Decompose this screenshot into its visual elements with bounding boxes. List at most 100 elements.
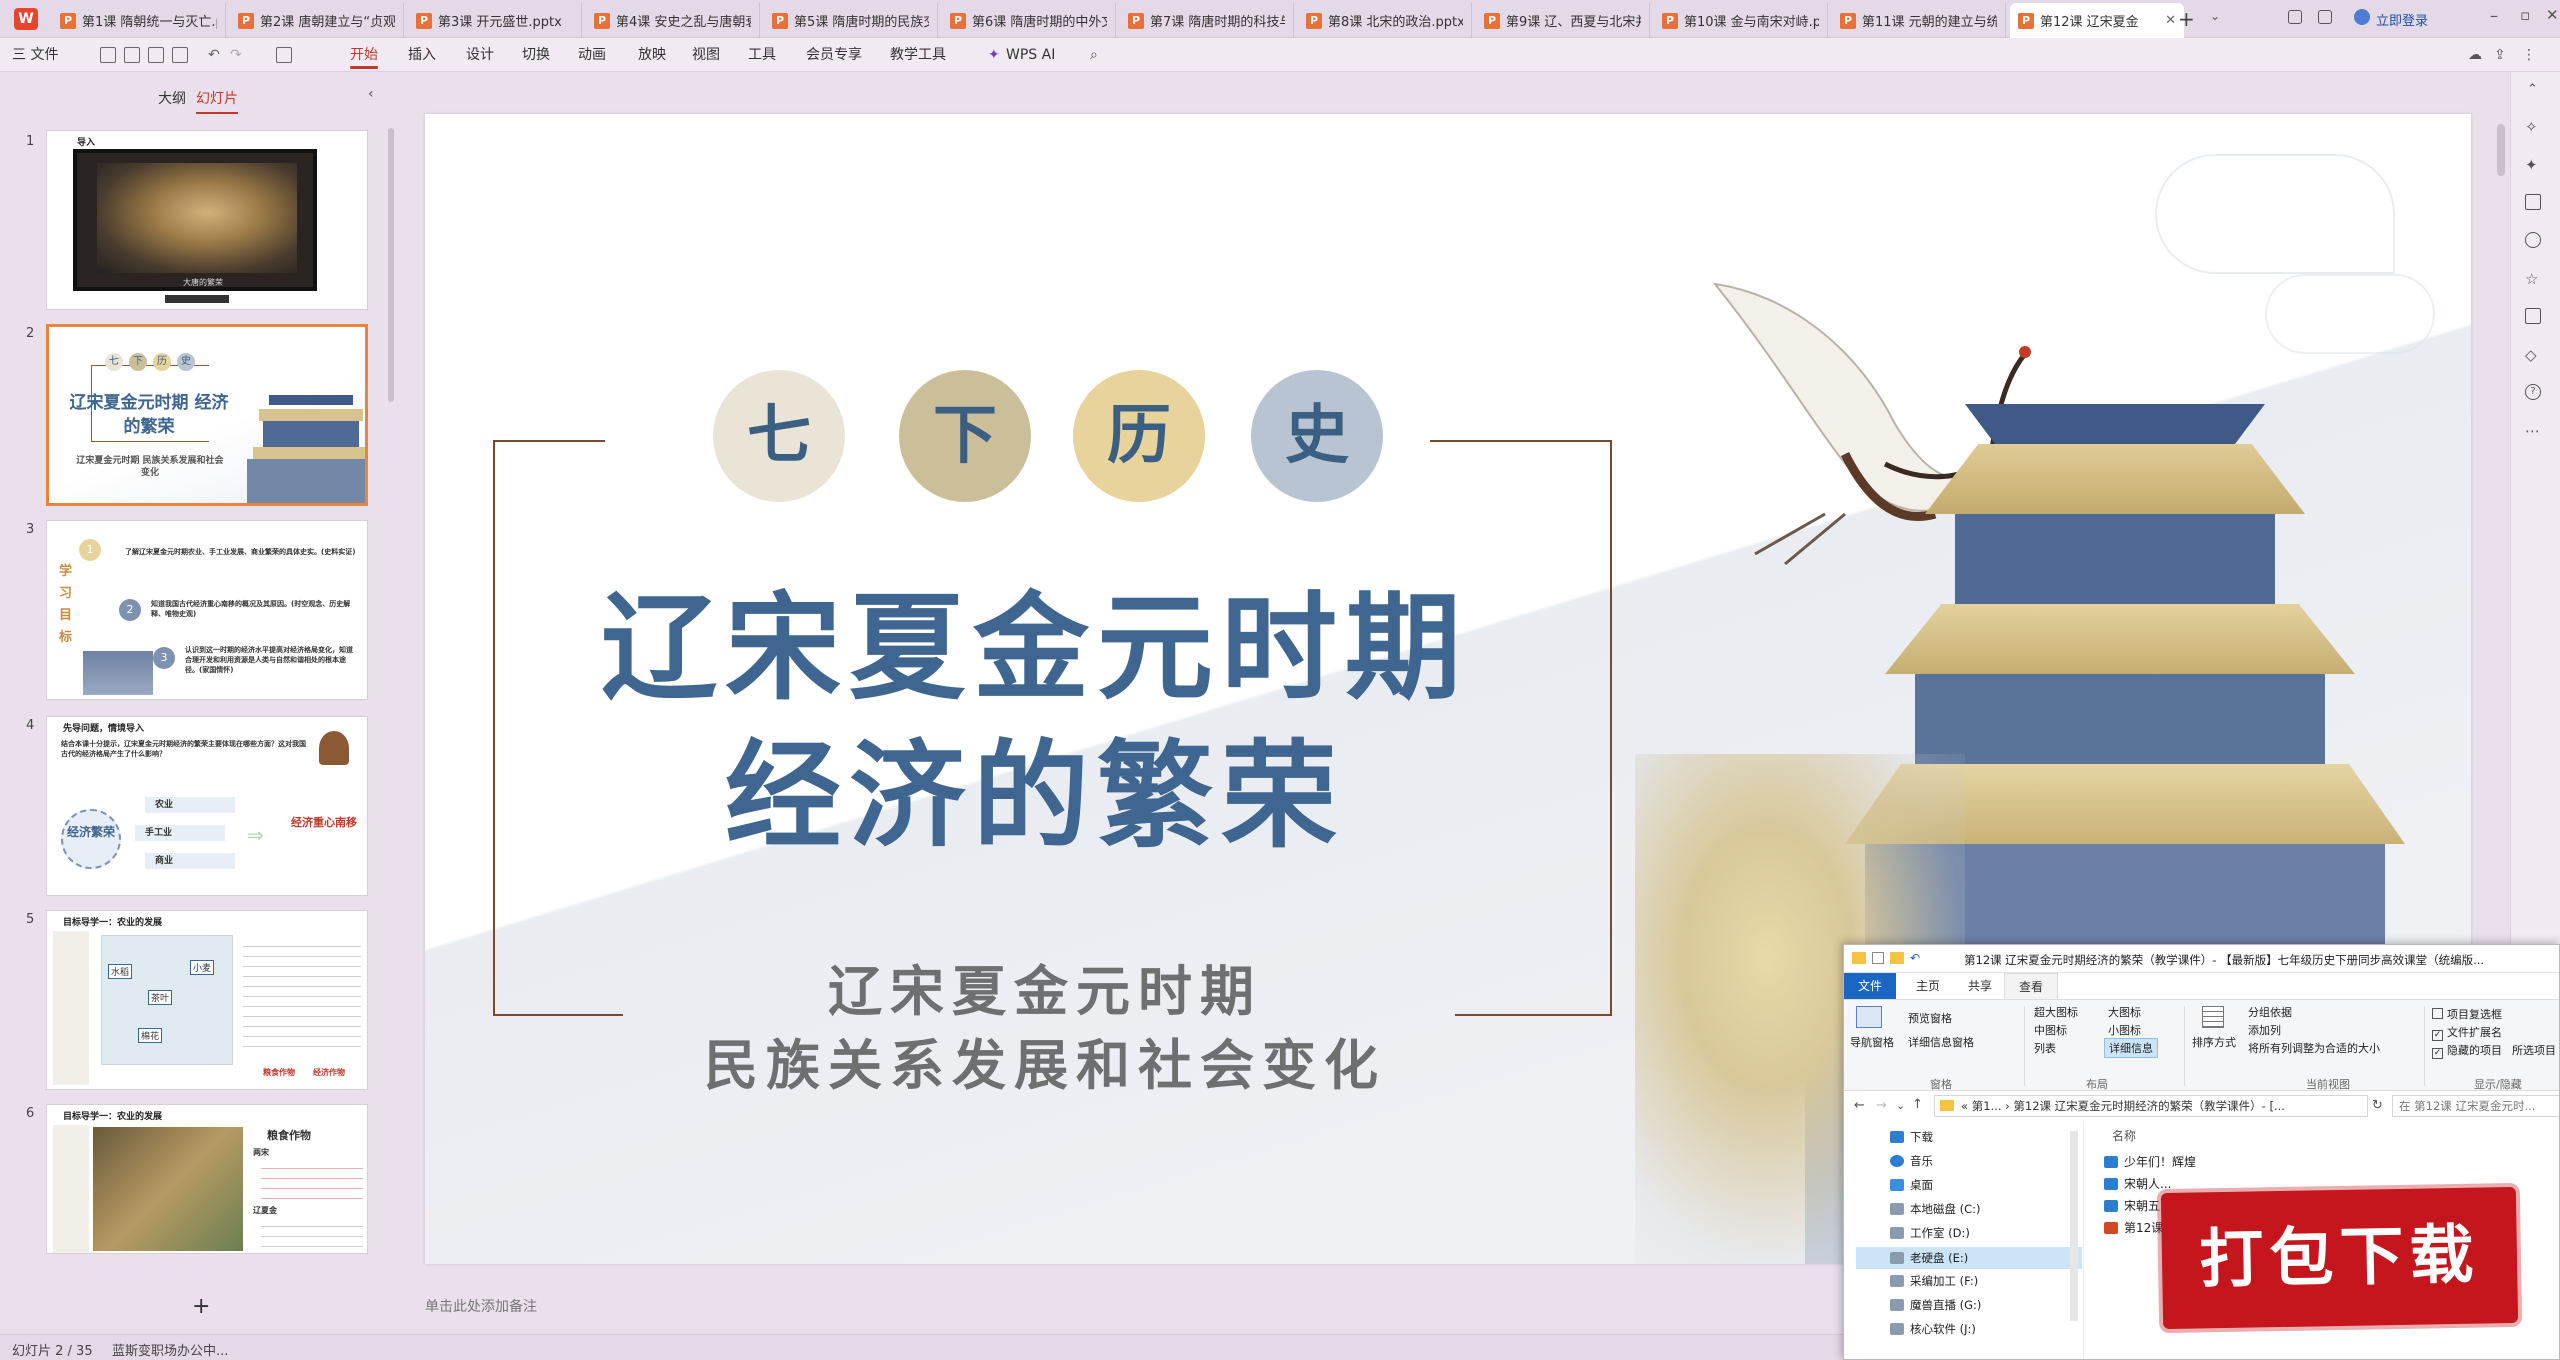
file-menu[interactable]: 三 文件 <box>12 38 58 72</box>
tab-document[interactable]: P 第6课 隋唐时期的中外文 <box>942 3 1116 38</box>
file-item[interactable]: 宋朝人... <box>2104 1175 2171 1192</box>
avatar[interactable] <box>2354 9 2370 25</box>
maximize-icon[interactable]: ▫ <box>2520 6 2530 24</box>
office-mode-status[interactable]: 蓝斯变职场办公中... <box>112 1340 228 1359</box>
format-painter-icon[interactable] <box>276 47 292 63</box>
explorer-tab-file[interactable]: 文件 <box>1844 973 1897 999</box>
close-tab-icon[interactable]: ✕ <box>2165 13 2176 28</box>
nav-item-drive-f[interactable]: 采编加工 (F:) <box>1890 1273 1978 1289</box>
slide-thumbnail-1[interactable]: 导入 大唐的繁荣 <box>46 130 368 310</box>
add-slide-button[interactable]: + <box>192 1294 210 1319</box>
minimize-icon[interactable]: – <box>2490 6 2498 25</box>
more-icon[interactable]: ⋮ <box>2522 38 2536 72</box>
slide-subtitle[interactable]: 辽宋夏金元时期 民族关系发展和社会变化 <box>615 954 1475 1102</box>
up-icon[interactable]: ↑ <box>1912 1097 1923 1112</box>
layout-details[interactable]: 详细信息 <box>2104 1038 2158 1058</box>
explorer-tab-view[interactable]: 查看 <box>2004 973 2059 999</box>
copy-icon[interactable] <box>2525 194 2541 210</box>
nav-item-drive-d[interactable]: 工作室 (D:) <box>1890 1225 1970 1241</box>
animation-icon[interactable]: ☆ <box>2525 270 2538 288</box>
nav-item-music[interactable]: 音乐 <box>1890 1153 1933 1169</box>
nav-scrollbar[interactable] <box>2070 1131 2078 1321</box>
nav-item-drive-j[interactable]: 核心软件 (J:) <box>1890 1321 1976 1337</box>
tab-document[interactable]: P 第5课 隋唐时期的民族交 <box>764 3 938 38</box>
selected-items-button[interactable]: 所选项目 <box>2512 1042 2556 1058</box>
recent-chevron-icon[interactable]: ⌄ <box>1896 1099 1905 1112</box>
new-tab-button[interactable]: + <box>2178 7 2195 31</box>
file-item[interactable]: 第12课 <box>2104 1219 2163 1236</box>
slide-thumbnail-4[interactable]: 先导问题，情境导入 结合本课十分提示，辽宋夏金元时期经济的繁荣主要体现在哪些方面… <box>46 716 368 896</box>
shape-icon[interactable]: ◇ <box>2525 346 2537 364</box>
wps-ai-icon[interactable]: ✦ <box>988 38 1000 72</box>
tab-document[interactable]: P 第9课 辽、西夏与北宋并 <box>1476 3 1650 38</box>
ribbon-tab[interactable]: 动画 <box>578 38 606 72</box>
thumbnail-scrollbar[interactable] <box>388 128 394 402</box>
more-tools-icon[interactable]: ⋯ <box>2525 422 2540 440</box>
explorer-tab-home[interactable]: 主页 <box>1902 973 1954 999</box>
address-bar[interactable]: « 第1... › 第12课 辽宋夏金元时期经济的繁荣（教学课件）- [... <box>1934 1095 2368 1117</box>
ribbon-tab[interactable]: 开始 <box>350 38 378 72</box>
item-checkboxes-toggle[interactable]: 项目复选框 <box>2432 1006 2502 1022</box>
ribbon-tab[interactable]: 会员专享 <box>806 38 862 72</box>
tab-document[interactable]: P 第4课 安史之乱与唐朝衰 <box>586 3 760 38</box>
nav-item-drive-g[interactable]: 魔兽直播 (G:) <box>1890 1297 1981 1313</box>
wps-logo-icon[interactable]: W <box>14 8 38 30</box>
help-icon[interactable]: ? <box>2525 384 2541 400</box>
slide-thumbnail-2[interactable]: 七 下 历 史 辽宋夏金元时期 经济的繁荣 辽宋夏金元时期 民族关系发展和社会变… <box>46 324 368 506</box>
ribbon-tab[interactable]: 视图 <box>692 38 720 72</box>
download-package-stamp[interactable]: 打包下载 <box>2160 1186 2519 1330</box>
tab-slides[interactable]: 幻灯片 <box>196 88 238 114</box>
preview-icon[interactable] <box>172 47 188 63</box>
notes-placeholder[interactable]: 单击此处添加备注 <box>425 1296 537 1316</box>
nav-pane-icon[interactable] <box>1856 1006 1882 1028</box>
share-icon[interactable]: ⇪ <box>2494 38 2506 72</box>
tab-document[interactable]: P 第11课 元朝的建立与统一 <box>1832 3 2006 38</box>
hidden-items-toggle[interactable]: ✓ 隐藏的项目 <box>2432 1042 2502 1059</box>
details-pane-button[interactable]: 详细信息窗格 <box>1908 1034 1974 1050</box>
group-by-button[interactable]: 分组依据 <box>2248 1004 2292 1020</box>
ribbon-tab[interactable]: 切换 <box>522 38 550 72</box>
nav-item-drive-c[interactable]: 本地磁盘 (C:) <box>1890 1201 1981 1217</box>
wps-ai-button[interactable]: WPS AI <box>1006 38 1055 72</box>
tab-document[interactable]: P 第10课 金与南宋对峙.pp <box>1654 3 1828 38</box>
cloud-sync-icon[interactable]: ☁ <box>2468 38 2482 72</box>
layout-large-icons[interactable]: 大图标 <box>2108 1004 2141 1020</box>
slide-thumbnail-6[interactable]: 目标导学一：农业的发展 粮食作物 两宋 辽夏金 <box>46 1104 368 1254</box>
export-icon[interactable] <box>124 47 140 63</box>
layout-list[interactable]: 列表 <box>2034 1040 2056 1056</box>
preview-pane-button[interactable]: 预览窗格 <box>1908 1010 1952 1026</box>
layout-small-icons[interactable]: 小图标 <box>2108 1022 2141 1038</box>
redo-icon[interactable]: ↷ <box>230 38 242 72</box>
print-icon[interactable] <box>148 47 164 63</box>
back-icon[interactable]: ← <box>1854 1098 1865 1113</box>
ribbon-tab[interactable]: 教学工具 <box>890 38 946 72</box>
window-layout-icon[interactable] <box>2288 10 2302 24</box>
skin-icon[interactable] <box>2318 10 2332 24</box>
undo-icon[interactable]: ↶ <box>1910 951 1920 965</box>
layout-medium-icons[interactable]: 中图标 <box>2034 1022 2067 1038</box>
tab-list-chevron-icon[interactable]: ⌄ <box>2210 9 2220 23</box>
ribbon-tab[interactable]: 设计 <box>466 38 494 72</box>
nav-item-drive-e[interactable]: 老硬盘 (E:) <box>1856 1247 2082 1269</box>
add-column-button[interactable]: 添加列 <box>2248 1022 2281 1038</box>
tab-document[interactable]: P 第2课 唐朝建立与“贞观 <box>230 3 404 38</box>
save-icon[interactable] <box>100 47 116 63</box>
wand-icon[interactable]: ✦ <box>2525 156 2538 174</box>
tab-outline[interactable]: 大纲 <box>158 88 186 108</box>
column-header-name[interactable]: 名称 <box>2112 1127 2136 1144</box>
layout-icon[interactable] <box>2525 308 2541 324</box>
layout-xl-icons[interactable]: 超大图标 <box>2034 1004 2078 1020</box>
slide-thumbnail-3[interactable]: 学习目标 1 了解辽宋夏金元时期农业、手工业发展、商业繁荣的具体史实。(史料实证… <box>46 520 368 700</box>
tab-document[interactable]: P 第1课 隋朝统一与灭亡.pp <box>52 3 226 38</box>
new-folder-icon[interactable] <box>1890 952 1904 964</box>
magic-icon[interactable]: ✧ <box>2525 118 2538 136</box>
ribbon-tab[interactable]: 工具 <box>748 38 776 72</box>
expand-icon[interactable]: ⌃ <box>2527 82 2538 97</box>
ribbon-tab[interactable]: 放映 <box>638 38 666 72</box>
file-item[interactable]: 少年们！辉煌 <box>2104 1153 2196 1170</box>
login-link[interactable]: 立即登录 <box>2376 10 2428 29</box>
slide-title[interactable]: 辽宋夏金元时期 经济的繁荣 <box>535 574 1535 870</box>
nav-item-downloads[interactable]: 下载 <box>1890 1129 1933 1145</box>
canvas-scrollbar[interactable] <box>2497 124 2505 176</box>
nav-pane-button[interactable]: 导航窗格 <box>1850 1034 1894 1050</box>
